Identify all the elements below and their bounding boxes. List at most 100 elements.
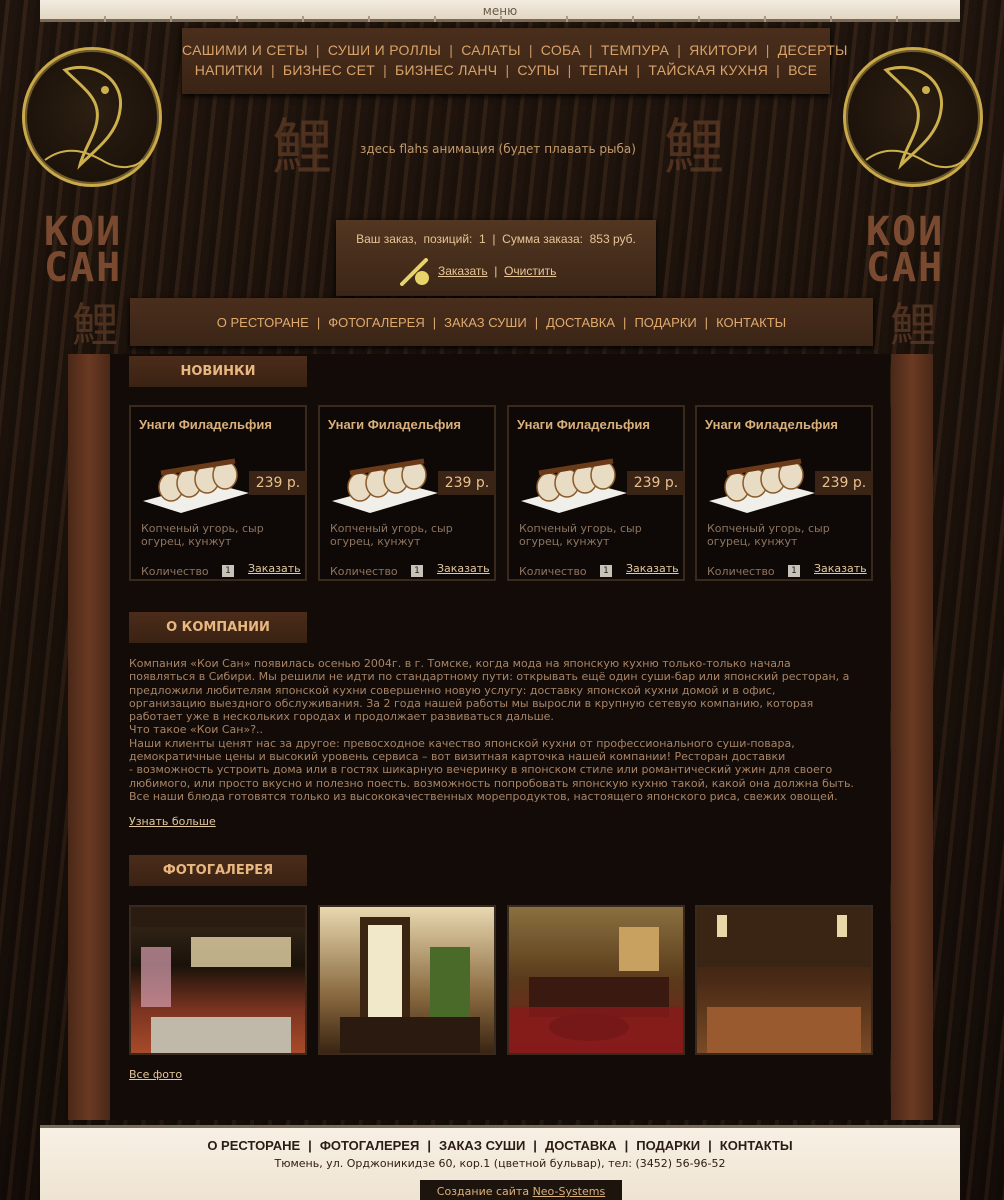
quantity-field[interactable]: 1 (600, 565, 612, 577)
product-card: Унаги Филадельфия 239 р. Копченый угорь,… (507, 405, 685, 581)
menu-item-business-lunch[interactable]: БИЗНЕС ЛАНЧ (395, 62, 497, 78)
product-description: Копченый угорь, сыр огурец, кунжут (141, 522, 264, 548)
sushi-roll-image (521, 458, 627, 513)
kanji-koi-decoration: 鯉 (272, 113, 332, 183)
product-title[interactable]: Унаги Филадельфия (328, 417, 461, 432)
wood-post-left (68, 354, 110, 1120)
restaurant-interior-image (131, 907, 305, 1053)
ruler-decoration (40, 16, 960, 22)
nav-item-gifts[interactable]: ПОДАРКИ (634, 315, 696, 330)
menu-item-salads[interactable]: САЛАТЫ (461, 42, 521, 58)
nav-item-contacts[interactable]: КОНТАКТЫ (716, 315, 786, 330)
quantity-field[interactable]: 1 (788, 565, 800, 577)
nav-item-delivery[interactable]: ДОСТАВКА (546, 315, 615, 330)
menu-item-all[interactable]: ВСЕ (788, 62, 817, 78)
kanji-koi-decoration: 鯉 (72, 298, 118, 352)
category-menu-row-1: САШИМИ И СЕТЫ | СУШИ И РОЛЛЫ | САЛАТЫ | СОБА | Т… (182, 42, 848, 58)
nav-item-about[interactable]: О РЕСТОРАНЕ (217, 315, 309, 330)
product-price: 239 р. (249, 471, 307, 495)
site-credit: Создание сайта Neo-Systems (420, 1180, 622, 1200)
restaurant-interior-image (697, 907, 871, 1053)
checkout-link[interactable]: Заказать (438, 264, 488, 278)
chopsticks-icon (400, 258, 429, 286)
kanji-koi-decoration: 鯉 (664, 113, 724, 183)
menu-item-desserts[interactable]: ДЕСЕРТЫ (778, 42, 848, 58)
menu-item-yakitori[interactable]: ЯКИТОРИ (689, 42, 758, 58)
quantity-label: Количество (707, 565, 775, 578)
koi-fish-icon (865, 65, 965, 170)
menu-item-tepan[interactable]: ТЕПАН (580, 62, 629, 78)
footer-nav-gallery[interactable]: ФОТОГАЛЕРЕЯ (320, 1138, 420, 1153)
menu-item-thai[interactable]: ТАЙСКАЯ КУХНЯ (648, 62, 768, 78)
footer-nav-delivery[interactable]: ДОСТАВКА (545, 1138, 617, 1153)
product-card: Унаги Филадельфия 239 р. Копченый угорь,… (318, 405, 496, 581)
learn-more-link[interactable]: Узнать больше (129, 815, 216, 828)
product-card: Унаги Филадельфия 239 р. Копченый угорь,… (129, 405, 307, 581)
footer-nav-about[interactable]: О РЕСТОРАНЕ (207, 1138, 300, 1153)
sushi-roll-image (332, 458, 438, 513)
gallery-photo[interactable] (695, 905, 873, 1055)
gallery-photo[interactable] (507, 905, 685, 1055)
restaurant-interior-image (509, 927, 683, 1053)
product-title[interactable]: Унаги Филадельфия (517, 417, 650, 432)
product-price: 239 р. (438, 471, 496, 495)
footer-nav-gifts[interactable]: ПОДАРКИ (636, 1138, 700, 1153)
koi-fish-icon (44, 65, 144, 170)
product-price: 239 р. (815, 471, 873, 495)
product-price: 239 р. (627, 471, 685, 495)
about-text: Компания «Кои Сан» появилась осенью 2004… (129, 657, 854, 803)
koi-san-logo-left: КОИ САН (44, 209, 123, 291)
order-summary: Ваш заказ, позиций: 1 | Сумма заказа: 85… (336, 220, 656, 296)
order-sum: 853 руб. (589, 232, 636, 246)
order-summary-text: Ваш заказ, позиций: 1 | Сумма заказа: 85… (356, 232, 636, 246)
wood-post-right (891, 354, 933, 1120)
developer-link[interactable]: Neo-Systems (533, 1185, 606, 1198)
flash-animation-placeholder: здесь flahs анимация (будет плавать рыба… (360, 142, 636, 156)
menu-item-soba[interactable]: СОБА (541, 42, 581, 58)
top-menu-bar: меню (40, 0, 960, 22)
product-title[interactable]: Унаги Филадельфия (705, 417, 838, 432)
menu-item-soups[interactable]: СУПЫ (517, 62, 559, 78)
add-to-order-link[interactable]: Заказать (437, 562, 490, 575)
koi-medallion-left (22, 47, 162, 187)
quantity-field[interactable]: 1 (411, 565, 423, 577)
all-photos-link[interactable]: Все фото (129, 1068, 182, 1081)
menu-item-sashimi[interactable]: САШИМИ И СЕТЫ (182, 42, 308, 58)
product-description: Копченый угорь, сыр огурец, кунжут (330, 522, 453, 548)
quantity-field[interactable]: 1 (222, 565, 234, 577)
gallery-photo[interactable] (129, 905, 307, 1055)
sushi-roll-image (143, 458, 249, 513)
footer-nav: О РЕСТОРАНЕ | ФОТОГАЛЕРЕЯ | ЗАКАЗ СУШИ | ДОСТА… (207, 1138, 793, 1153)
menu-item-sushi-rolls[interactable]: СУШИ И РОЛЛЫ (328, 42, 441, 58)
clear-order-link[interactable]: Очистить (504, 264, 556, 278)
add-to-order-link[interactable]: Заказать (248, 562, 301, 575)
product-description: Копченый угорь, сыр огурец, кунжут (519, 522, 642, 548)
nav-item-gallery[interactable]: ФОТОГАЛЕРЕЯ (328, 315, 425, 330)
quantity-label: Количество (519, 565, 587, 578)
footer-address: Тюмень, ул. Орджоникидзе 60, кор.1 (цвет… (274, 1157, 726, 1170)
order-positions-count: 1 (479, 232, 486, 246)
gallery-photo[interactable] (318, 905, 496, 1055)
product-description: Копченый угорь, сыр огурец, кунжут (707, 522, 830, 548)
koi-medallion-right (843, 47, 983, 187)
restaurant-interior-image (340, 917, 480, 1053)
category-menu-row-2: НАПИТКИ | БИЗНЕС СЕТ | БИЗНЕС ЛАНЧ | СУПЫ | ТЕПА… (194, 62, 818, 78)
menu-item-tempura[interactable]: ТЕМПУРА (601, 42, 669, 58)
quantity-label: Количество (141, 565, 209, 578)
menu-item-drinks[interactable]: НАПИТКИ (195, 62, 263, 78)
section-heading-gallery: ФОТОГАЛЕРЕЯ (129, 855, 307, 886)
footer: О РЕСТОРАНЕ | ФОТОГАЛЕРЕЯ | ЗАКАЗ СУШИ | ДОСТА… (40, 1125, 960, 1200)
quantity-label: Количество (330, 565, 398, 578)
category-menu: САШИМИ И СЕТЫ | СУШИ И РОЛЛЫ | САЛАТЫ | СОБА | Т… (182, 28, 848, 94)
footer-nav-contacts[interactable]: КОНТАКТЫ (720, 1138, 793, 1153)
kanji-koi-decoration: 鯉 (890, 298, 936, 352)
add-to-order-link[interactable]: Заказать (814, 562, 867, 575)
nav-item-order-sushi[interactable]: ЗАКАЗ СУШИ (444, 315, 527, 330)
koi-san-logo-right: КОИ САН (866, 209, 945, 291)
footer-nav-order-sushi[interactable]: ЗАКАЗ СУШИ (439, 1138, 525, 1153)
section-heading-company: О КОМПАНИИ (129, 612, 307, 643)
sushi-roll-image (709, 458, 815, 513)
product-title[interactable]: Унаги Филадельфия (139, 417, 272, 432)
menu-item-business-set[interactable]: БИЗНЕС СЕТ (283, 62, 375, 78)
add-to-order-link[interactable]: Заказать (626, 562, 679, 575)
